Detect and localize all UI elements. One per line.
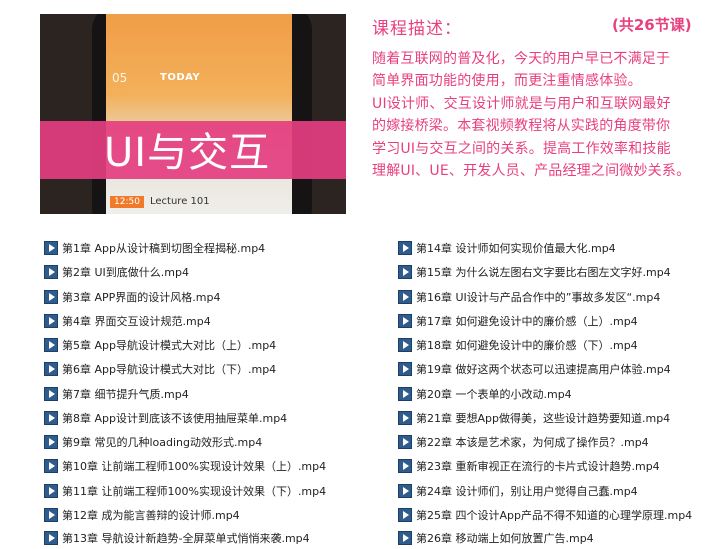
chapter-title: 第25章 四个设计App产品不得不知道的心理学原理.mp4 (416, 509, 693, 522)
video-file-icon (44, 387, 58, 401)
chapter-title: 第23章 重新审视正在流行的卡片式设计趋势.mp4 (416, 460, 660, 473)
chapter-title: 第8章 App设计到底该不该使用抽屉菜单.mp4 (62, 412, 288, 425)
chapter-item[interactable]: 第13章 导航设计新趋势-全屏菜单式悄悄来袭.mp4 (44, 529, 310, 547)
chapter-item[interactable]: 第10章 让前端工程师100%实现设计效果（上）.mp4 (44, 457, 326, 475)
video-file-icon (398, 362, 412, 376)
chapter-item[interactable]: 第11章 让前端工程师100%实现设计效果（下）.mp4 (44, 482, 326, 500)
chapter-title: 第22章 本该是艺术家，为何成了操作员？.mp4 (416, 436, 649, 449)
chapter-item[interactable]: 第5章 App导航设计模式大对比（上）.mp4 (44, 336, 276, 354)
description-line: 学习UI与交互之间的关系。提高工作效率和技能 (372, 140, 671, 157)
chapter-item[interactable]: 第12章 成为能言善辩的设计师.mp4 (44, 506, 240, 524)
chapter-item[interactable]: 第6章 App导航设计模式大对比（下）.mp4 (44, 360, 276, 378)
chapter-title: 第13章 导航设计新趋势-全屏菜单式悄悄来袭.mp4 (62, 532, 310, 545)
video-file-icon (44, 435, 58, 449)
description-line: UI设计师、交互设计师就是与用户和互联网最好 (372, 95, 671, 112)
chapter-title: 第11章 让前端工程师100%实现设计效果（下）.mp4 (62, 485, 327, 498)
chapter-item[interactable]: 第18章 如何避免设计中的廉价感（下）.mp4 (398, 336, 638, 354)
chapter-item[interactable]: 第15章 为什么说左图右文字要比右图左文字好.mp4 (398, 263, 671, 281)
video-file-icon (44, 484, 58, 498)
cover-today-label: TODAY (160, 72, 201, 83)
chapter-title: 第9章 常见的几种loading动效形式.mp4 (62, 436, 263, 449)
chapter-title: 第18章 如何避免设计中的廉价感（下）.mp4 (416, 339, 638, 352)
chapter-title: 第12章 成为能言善辩的设计师.mp4 (62, 509, 240, 522)
chapter-title: 第24章 设计师们，别让用户觉得自己蠢.mp4 (416, 485, 638, 498)
cover-time: 12:50 (110, 196, 144, 208)
video-file-icon (398, 411, 412, 425)
video-file-icon (398, 338, 412, 352)
video-file-icon (398, 241, 412, 255)
description-line: 简单界面功能的使用，而更注重情感体验。 (372, 73, 642, 90)
description-line: 随着互联网的普及化，今天的用户早已不满足于 (372, 51, 671, 67)
chapter-title: 第15章 为什么说左图右文字要比右图左文字好.mp4 (416, 266, 671, 279)
chapter-title: 第1章 App从设计稿到切图全程揭秘.mp4 (62, 242, 266, 255)
video-file-icon (44, 531, 58, 545)
video-file-icon (44, 459, 58, 473)
chapter-item[interactable]: 第21章 要想App做得美，这些设计趋势要知道.mp4 (398, 409, 670, 427)
video-file-icon (44, 338, 58, 352)
cover-lecture: Lecture 101 (150, 196, 210, 207)
chapter-title: 第2章 UI到底做什么.mp4 (62, 266, 189, 279)
lesson-count: (共26节课) (612, 16, 692, 34)
video-file-icon (44, 411, 58, 425)
chapter-title: 第21章 要想App做得美，这些设计趋势要知道.mp4 (416, 412, 671, 425)
chapter-item[interactable]: 第19章 做好这两个状态可以迅速提高用户体验.mp4 (398, 360, 671, 378)
chapter-title: 第16章 UI设计与产品合作中的”事故多发区“.mp4 (416, 291, 661, 304)
video-file-icon (44, 508, 58, 522)
chapter-item[interactable]: 第22章 本该是艺术家，为何成了操作员？.mp4 (398, 433, 649, 451)
video-file-icon (398, 459, 412, 473)
video-file-icon (398, 290, 412, 304)
chapter-title: 第20章 一个表单的小改动.mp4 (416, 388, 572, 401)
chapter-item[interactable]: 第23章 重新审视正在流行的卡片式设计趋势.mp4 (398, 457, 660, 475)
video-file-icon (398, 508, 412, 522)
chapter-item[interactable]: 第3章 APP界面的设计风格.mp4 (44, 288, 220, 306)
chapter-item[interactable]: 第4章 界面交互设计规范.mp4 (44, 312, 211, 330)
chapter-title: 第14章 设计师如何实现价值最大化.mp4 (416, 242, 616, 255)
chapter-item[interactable]: 第1章 App从设计稿到切图全程揭秘.mp4 (44, 239, 265, 257)
chapter-item[interactable]: 第26章 移动端上如何放置广告.mp4 (398, 529, 594, 547)
video-file-icon (44, 314, 58, 328)
chapter-item[interactable]: 第25章 四个设计App产品不得不知道的心理学原理.mp4 (398, 506, 692, 524)
chapter-item[interactable]: 第17章 如何避免设计中的廉价感（上）.mp4 (398, 312, 638, 330)
chapter-item[interactable]: 第14章 设计师如何实现价值最大化.mp4 (398, 239, 616, 257)
chapter-item[interactable]: 第16章 UI设计与产品合作中的”事故多发区“.mp4 (398, 288, 660, 306)
chapter-title: 第7章 细节提升气质.mp4 (62, 388, 189, 401)
video-file-icon (398, 314, 412, 328)
chapter-title: 第10章 让前端工程师100%实现设计效果（上）.mp4 (62, 460, 327, 473)
chapter-title: 第5章 App导航设计模式大对比（上）.mp4 (62, 339, 277, 352)
cover-banner-text: UI与交互 (104, 130, 271, 176)
chapter-item[interactable]: 第24章 设计师们，别让用户觉得自己蠢.mp4 (398, 482, 638, 500)
chapter-item[interactable]: 第2章 UI到底做什么.mp4 (44, 263, 189, 281)
chapter-item[interactable]: 第9章 常见的几种loading动效形式.mp4 (44, 433, 262, 451)
chapter-item[interactable]: 第20章 一个表单的小改动.mp4 (398, 385, 572, 403)
chapter-item[interactable]: 第7章 细节提升气质.mp4 (44, 385, 189, 403)
description-line: 理解UI、UE、开发人员、产品经理之间微妙关系。 (372, 163, 691, 180)
video-file-icon (398, 265, 412, 279)
video-file-icon (398, 531, 412, 545)
chapter-title: 第4章 界面交互设计规范.mp4 (62, 315, 211, 328)
video-file-icon (44, 362, 58, 376)
chapter-title: 第17章 如何避免设计中的廉价感（上）.mp4 (416, 315, 638, 328)
chapter-title: 第26章 移动端上如何放置广告.mp4 (416, 532, 594, 545)
chapter-title: 第6章 App导航设计模式大对比（下）.mp4 (62, 363, 277, 376)
course-cover-image: 05 TODAY UI与交互 12:50 Lecture 101 (40, 14, 346, 214)
chapter-title: 第3章 APP界面的设计风格.mp4 (62, 291, 221, 304)
video-file-icon (398, 387, 412, 401)
video-file-icon (44, 241, 58, 255)
video-file-icon (398, 435, 412, 449)
chapter-item[interactable]: 第8章 App设计到底该不该使用抽屉菜单.mp4 (44, 409, 287, 427)
cover-date: 05 (112, 71, 128, 85)
description-body: 随着互联网的普及化，今天的用户早已不满足于 简单界面功能的使用，而更注重情感体验… (372, 48, 718, 182)
description-title: 课程描述： (372, 19, 462, 39)
phone-screen (106, 14, 292, 214)
video-file-icon (44, 290, 58, 304)
chapter-title: 第19章 做好这两个状态可以迅速提高用户体验.mp4 (416, 363, 671, 376)
video-file-icon (44, 265, 58, 279)
description-line: 的嫁接桥梁。本套视频教程将从实践的角度带你 (372, 118, 671, 135)
video-file-icon (398, 484, 412, 498)
